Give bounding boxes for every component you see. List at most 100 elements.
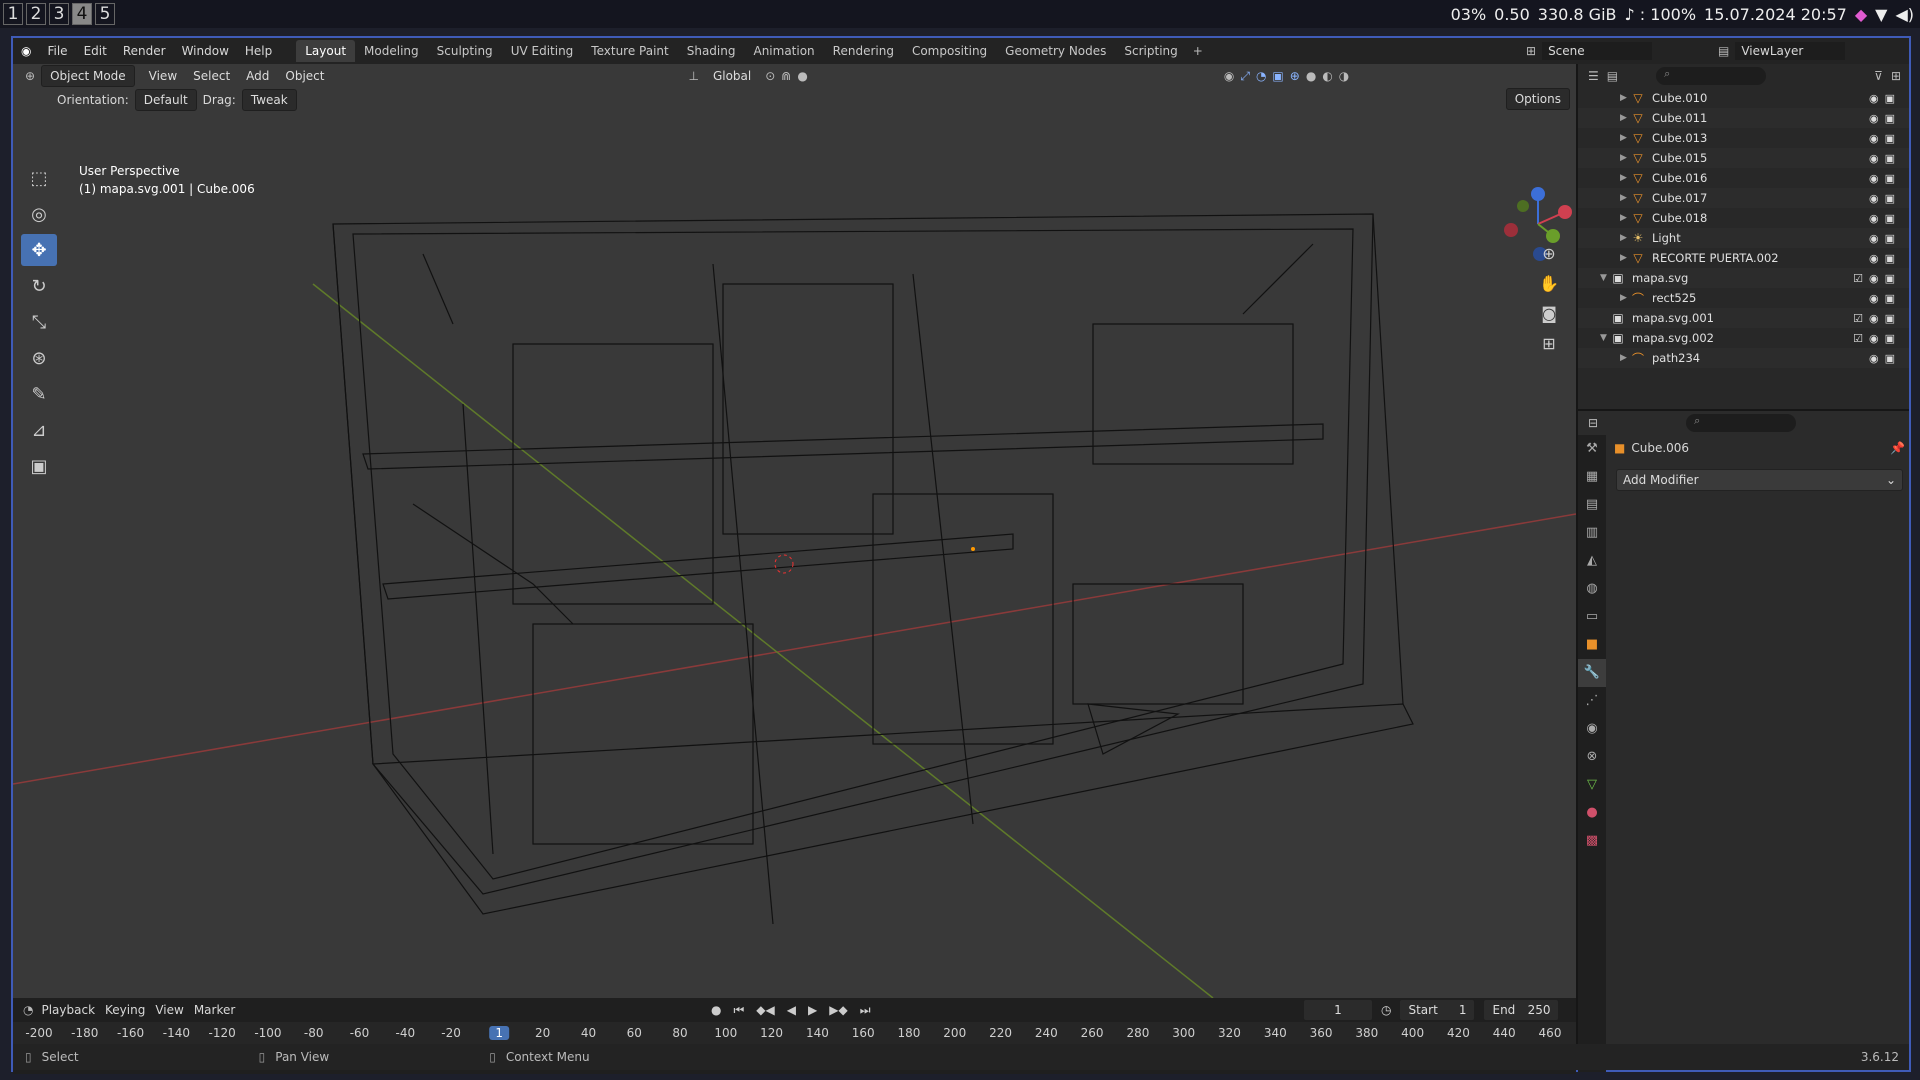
visibility-toggle-icon[interactable]: ◉▣	[1869, 232, 1901, 245]
orientation-select[interactable]: Default	[134, 89, 197, 111]
material-tab-icon[interactable]: ●	[1578, 799, 1606, 827]
visibility-toggle-icon[interactable]: ☑◉▣	[1853, 272, 1901, 285]
properties-editor-icon[interactable]: ⊟	[1588, 416, 1598, 430]
visibility-toggle-icon[interactable]: ◉▣	[1869, 212, 1901, 225]
prev-keyframe-icon[interactable]: ◆◀	[756, 1003, 774, 1018]
expand-arrow-icon[interactable]: ▶	[1620, 113, 1630, 123]
view-layer-tab-icon[interactable]: ▥	[1578, 519, 1606, 547]
rotate-tool-icon[interactable]: ↻	[21, 270, 57, 302]
tray-app-icon[interactable]: ◆	[1855, 5, 1867, 24]
properties-search[interactable]: ⌕	[1686, 414, 1797, 432]
outliner-item-name[interactable]: mapa.svg	[1632, 271, 1688, 285]
particles-tab-icon[interactable]: ⋰	[1578, 687, 1606, 715]
expand-arrow-icon[interactable]: ▶	[1620, 133, 1630, 143]
object-tab-icon[interactable]: ■	[1578, 631, 1606, 659]
workspace-switcher[interactable]: 12345	[0, 3, 115, 25]
filter-icon[interactable]: ⊽	[1874, 69, 1883, 83]
tool-tab-icon[interactable]: ⚒	[1578, 435, 1606, 463]
ortho-grid-icon[interactable]: ⊞	[1534, 334, 1564, 364]
jump-start-icon[interactable]: ⏮	[733, 1003, 744, 1018]
pan-hand-icon[interactable]: ✋	[1534, 274, 1564, 304]
gizmo-icon[interactable]: ⤢	[1240, 69, 1250, 84]
tab-shading[interactable]: Shading	[678, 40, 745, 62]
outliner-item-name[interactable]: Cube.016	[1652, 171, 1707, 185]
viewport-menu-object[interactable]: Object	[277, 66, 332, 86]
visibility-toggle-icon[interactable]: ◉▣	[1869, 92, 1901, 105]
editor-type-icon[interactable]: ⊕	[25, 69, 35, 83]
tab-compositing[interactable]: Compositing	[903, 40, 996, 62]
outliner-item[interactable]: ▶ ▽ Cube.016 ◉▣	[1578, 168, 1909, 188]
visibility-toggle-icon[interactable]: ◉▣	[1869, 132, 1901, 145]
3d-viewport[interactable]: ⊕ Object Mode View Select Add Object ⊥ Glob…	[13, 64, 1576, 998]
outliner-item[interactable]: ▶ ⌒ path234 ◉▣	[1578, 348, 1909, 368]
end-frame-field[interactable]: End 250	[1483, 999, 1560, 1021]
overlay-icon[interactable]: ◔	[1256, 69, 1266, 83]
outliner-item[interactable]: ▶ ▽ Cube.015 ◉▣	[1578, 148, 1909, 168]
scene-selector[interactable]: ⊞ Scene	[1526, 42, 1653, 60]
pin-icon[interactable]: 📌	[1890, 441, 1905, 455]
frame-ruler[interactable]: -200 -180 -160 -140 -120 -100 -80 -60 -40 -20 1 20 4…	[13, 1022, 1576, 1046]
new-collection-icon[interactable]: ⊞	[1891, 69, 1901, 83]
outliner-item[interactable]: ▼ ▣ mapa.svg.002 ☑◉▣	[1578, 328, 1909, 348]
outliner-item-name[interactable]: rect525	[1652, 291, 1696, 305]
workspace-2[interactable]: 2	[26, 3, 46, 25]
outliner-item-name[interactable]: mapa.svg.001	[1632, 311, 1714, 325]
outliner-item[interactable]: ▶ ▽ RECORTE PUERTA.002 ◉▣	[1578, 248, 1909, 268]
outliner-item-name[interactable]: RECORTE PUERTA.002	[1652, 251, 1779, 265]
viewport-menu-select[interactable]: Select	[185, 66, 238, 86]
move-tool-icon[interactable]: ✥	[21, 234, 57, 266]
outliner-item[interactable]: ▶ ▽ Cube.017 ◉▣	[1578, 188, 1909, 208]
visibility-toggle-icon[interactable]: ◉▣	[1869, 112, 1901, 125]
wifi-icon[interactable]: ▼	[1875, 5, 1887, 24]
play-icon[interactable]: ▶	[808, 1003, 817, 1018]
xray-icon[interactable]: ▣	[1272, 69, 1283, 83]
outliner-item-name[interactable]: Cube.013	[1652, 131, 1707, 145]
current-frame-field[interactable]: 1	[1303, 999, 1373, 1021]
scale-tool-icon[interactable]: ⤡	[21, 306, 57, 338]
scene-tab-icon[interactable]: ◭	[1578, 547, 1606, 575]
tab-geometry-nodes[interactable]: Geometry Nodes	[996, 40, 1115, 62]
outliner-item-name[interactable]: path234	[1652, 351, 1700, 365]
transform-orientation-select[interactable]: Global	[705, 66, 759, 86]
tab-animation[interactable]: Animation	[744, 40, 823, 62]
blender-logo-icon[interactable]: ◉	[13, 44, 39, 58]
volume-level[interactable]: ♪ : 100%	[1625, 5, 1697, 24]
outliner-item[interactable]: ▶ ▽ Cube.010 ◉▣	[1578, 88, 1909, 108]
camera-icon[interactable]: ◙	[1534, 304, 1564, 334]
timeline-menu-view[interactable]: View	[155, 1003, 183, 1017]
expand-arrow-icon[interactable]: ▶	[1620, 93, 1630, 103]
outliner-item[interactable]: ▣ mapa.svg.001 ☑◉▣	[1578, 308, 1909, 328]
next-keyframe-icon[interactable]: ▶◆	[829, 1003, 847, 1018]
expand-arrow-icon[interactable]: ▶	[1620, 233, 1630, 243]
pivot-icon[interactable]: ⊙	[765, 69, 775, 83]
speaker-icon[interactable]: ◀)	[1895, 5, 1914, 24]
viewport-menu-add[interactable]: Add	[238, 66, 277, 86]
play-reverse-icon[interactable]: ◀	[787, 1003, 796, 1018]
menu-render[interactable]: Render	[115, 44, 174, 58]
viewport-scene[interactable]	[13, 64, 1576, 998]
outliner-item[interactable]: ▶ ▽ Cube.013 ◉▣	[1578, 128, 1909, 148]
snap-icon[interactable]: ⋒	[781, 69, 791, 83]
menu-window[interactable]: Window	[174, 44, 237, 58]
expand-arrow-icon[interactable]: ▶	[1620, 293, 1630, 303]
menu-help[interactable]: Help	[237, 44, 280, 58]
autokey-icon[interactable]: ●	[711, 1003, 721, 1018]
jump-end-icon[interactable]: ⏭	[860, 1003, 871, 1018]
drag-select[interactable]: Tweak	[241, 89, 297, 111]
outliner-item-name[interactable]: Cube.010	[1652, 91, 1707, 105]
expand-arrow-icon[interactable]: ▶	[1620, 253, 1630, 263]
collection-tab-icon[interactable]: ▭	[1578, 603, 1606, 631]
expand-arrow-icon[interactable]: ▼	[1600, 333, 1610, 343]
clock-icon[interactable]: ◷	[1381, 1003, 1391, 1017]
outliner-item-name[interactable]: Cube.017	[1652, 191, 1707, 205]
expand-arrow-icon[interactable]: ▶	[1620, 173, 1630, 183]
timeline-menu-marker[interactable]: Marker	[194, 1003, 235, 1017]
solid-shading-icon[interactable]: ●	[1306, 69, 1316, 83]
start-frame-field[interactable]: Start 1	[1399, 999, 1476, 1021]
render-tab-icon[interactable]: ▦	[1578, 463, 1606, 491]
expand-arrow-icon[interactable]: ▶	[1620, 353, 1630, 363]
workspace-4[interactable]: 4	[72, 3, 92, 25]
timeline-menu-keying[interactable]: Keying	[105, 1003, 145, 1017]
tab-rendering[interactable]: Rendering	[824, 40, 903, 62]
timeline-editor-icon[interactable]: ◔	[23, 1003, 33, 1017]
